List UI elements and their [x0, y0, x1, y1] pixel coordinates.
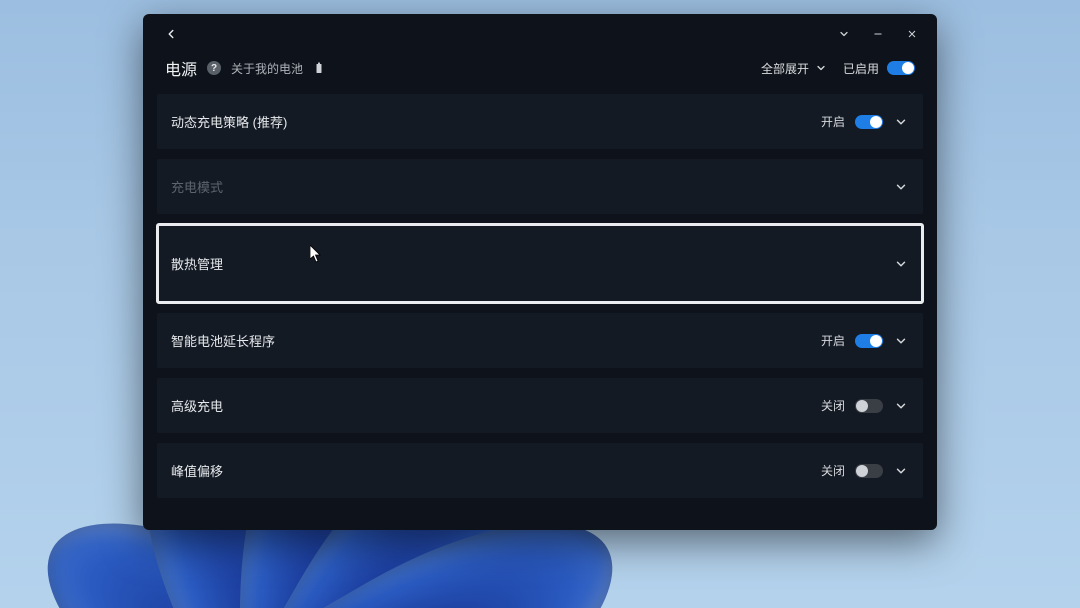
expand-row-button[interactable] — [893, 399, 909, 413]
settings-row[interactable]: 散热管理 — [157, 224, 923, 303]
row-label: 峰值偏移 — [171, 461, 223, 480]
chevron-down-icon — [894, 399, 908, 413]
expand-all-label: 全部展开 — [761, 60, 809, 77]
about-battery-link[interactable]: 关于我的电池 — [231, 60, 303, 77]
enabled-label: 已启用 — [843, 60, 879, 77]
row-toggle[interactable] — [855, 334, 883, 348]
expand-row-button[interactable] — [893, 115, 909, 129]
settings-row[interactable]: 智能电池延长程序 开启 — [157, 313, 923, 368]
chevron-down-icon — [894, 180, 908, 194]
row-toggle[interactable] — [855, 115, 883, 129]
chevron-down-icon — [894, 257, 908, 271]
minimize-button[interactable] — [863, 20, 893, 48]
chevron-down-icon — [894, 115, 908, 129]
row-status: 开启 — [821, 332, 845, 349]
dropdown-button[interactable] — [829, 20, 859, 48]
battery-icon — [313, 62, 325, 74]
row-status: 关闭 — [821, 397, 845, 414]
row-status: 关闭 — [821, 462, 845, 479]
page-title: 电源 — [165, 56, 197, 80]
row-status: 开启 — [821, 113, 845, 130]
expand-row-button[interactable] — [893, 257, 909, 271]
settings-row[interactable]: 峰值偏移 关闭 — [157, 443, 923, 498]
expand-row-button[interactable] — [893, 334, 909, 348]
chevron-down-icon — [894, 464, 908, 478]
expand-row-button[interactable] — [893, 464, 909, 478]
close-button[interactable] — [897, 20, 927, 48]
back-button[interactable] — [157, 20, 185, 48]
power-settings-window: 电源 ? 关于我的电池 全部展开 已启用 动态充电策略 (推荐)开启充电模式散热… — [143, 14, 937, 530]
row-label: 充电模式 — [171, 177, 223, 196]
row-toggle[interactable] — [855, 399, 883, 413]
master-enable-toggle[interactable] — [887, 61, 915, 75]
chevron-down-icon — [815, 62, 827, 74]
row-label: 散热管理 — [171, 254, 223, 273]
row-label: 高级充电 — [171, 396, 223, 415]
row-label: 动态充电策略 (推荐) — [171, 112, 287, 131]
window-controls — [829, 20, 927, 48]
help-icon[interactable]: ? — [207, 61, 221, 75]
titlebar — [143, 14, 937, 54]
settings-row[interactable]: 动态充电策略 (推荐) 开启 — [157, 94, 923, 149]
expand-row-button[interactable] — [893, 180, 909, 194]
page-header: 电源 ? 关于我的电池 全部展开 已启用 — [143, 54, 937, 94]
settings-list: 动态充电策略 (推荐)开启充电模式散热管理智能电池延长程序开启高级充电关闭峰值偏… — [143, 94, 937, 508]
expand-all-button[interactable]: 全部展开 — [761, 60, 827, 77]
row-label: 智能电池延长程序 — [171, 331, 275, 350]
settings-row[interactable]: 充电模式 — [157, 159, 923, 214]
chevron-down-icon — [894, 334, 908, 348]
settings-row[interactable]: 高级充电 关闭 — [157, 378, 923, 433]
row-toggle[interactable] — [855, 464, 883, 478]
